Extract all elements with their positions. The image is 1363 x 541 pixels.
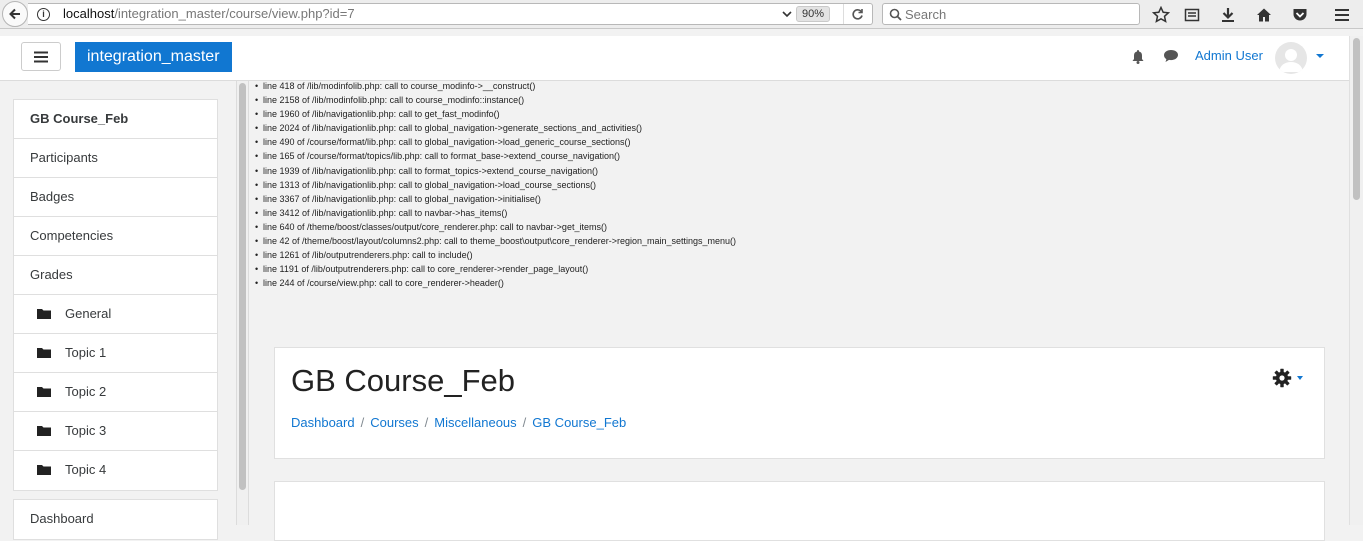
page-scrollbar[interactable] xyxy=(1349,36,1363,525)
breadcrumb-course[interactable]: GB Course_Feb xyxy=(532,415,626,430)
folder-icon xyxy=(37,309,51,319)
search-icon xyxy=(889,8,902,21)
debug-line: line 640 of /theme/boost/classes/output/… xyxy=(255,220,736,234)
breadcrumb-separator: / xyxy=(360,415,365,430)
course-nav-card: GB Course_Feb Participants Badges Compet… xyxy=(13,99,218,491)
section-label: Topic 3 xyxy=(65,423,107,438)
nav-item-section-general[interactable]: General xyxy=(14,295,217,334)
drawer-scrollbar-thumb[interactable] xyxy=(239,83,246,490)
page-header: GB Course_Feb Dashboard / Courses / Miscella… xyxy=(274,347,1325,459)
drawer-scrollbar[interactable] xyxy=(236,81,249,525)
browser-search[interactable] xyxy=(882,3,1140,25)
folder-icon xyxy=(37,387,51,397)
reload-icon xyxy=(852,8,863,20)
course-content-region xyxy=(274,481,1325,541)
chat-bubble-icon[interactable] xyxy=(1163,49,1179,63)
section-label: General xyxy=(65,306,112,321)
search-input[interactable] xyxy=(905,5,1135,23)
caret-down-icon[interactable] xyxy=(1316,54,1324,58)
url-host: localhost xyxy=(63,6,115,21)
menu-icon[interactable] xyxy=(1332,5,1352,25)
address-bar[interactable]: i localhost/integration_master/course/vi… xyxy=(28,3,873,25)
debug-line: line 42 of /theme/boost/layout/columns2.… xyxy=(255,234,736,248)
bookmark-star-icon[interactable] xyxy=(1151,5,1171,25)
breadcrumb-separator: / xyxy=(424,415,429,430)
home-icon[interactable] xyxy=(1254,5,1274,25)
nav-item-section-topic-2[interactable]: Topic 2 xyxy=(14,373,217,412)
pocket-icon[interactable] xyxy=(1290,5,1310,25)
url-path: /integration_master/course/view.php?id=7 xyxy=(114,6,355,21)
gear-icon xyxy=(1272,368,1292,388)
debug-line: line 490 of /course/format/lib.php: call… xyxy=(255,135,736,149)
section-label: Topic 4 xyxy=(65,462,107,477)
section-label: Topic 1 xyxy=(65,345,107,360)
caret-down-icon xyxy=(1297,376,1303,380)
debug-line: line 2158 of /lib/modinfolib.php: call t… xyxy=(255,93,736,107)
debug-line: line 3367 of /lib/navigationlib.php: cal… xyxy=(255,192,736,206)
info-icon[interactable]: i xyxy=(37,8,50,21)
page-scrollbar-thumb[interactable] xyxy=(1353,38,1360,200)
breadcrumb-dashboard[interactable]: Dashboard xyxy=(291,415,355,430)
debug-line: line 2024 of /lib/navigationlib.php: cal… xyxy=(255,121,736,135)
reading-list-icon[interactable] xyxy=(1182,5,1202,25)
chevron-down-icon[interactable] xyxy=(781,7,793,21)
course-settings-menu[interactable] xyxy=(1272,368,1303,388)
user-menu-name[interactable]: Admin User xyxy=(1195,48,1263,63)
page-title: GB Course_Feb xyxy=(291,363,515,398)
url-text: localhost/integration_master/course/view… xyxy=(63,4,355,24)
nav-item-course[interactable]: GB Course_Feb xyxy=(14,100,217,139)
debug-line: line 418 of /lib/modinfolib.php: call to… xyxy=(255,79,736,93)
breadcrumb: Dashboard / Courses / Miscellaneous / GB Cours… xyxy=(291,415,626,430)
back-button[interactable] xyxy=(2,1,28,27)
avatar[interactable] xyxy=(1275,42,1307,74)
nav-item-section-topic-1[interactable]: Topic 1 xyxy=(14,334,217,373)
site-navbar: integration_master Admin User xyxy=(0,36,1349,81)
nav-item-grades[interactable]: Grades xyxy=(14,256,217,295)
debug-line: line 1960 of /lib/navigationlib.php: cal… xyxy=(255,107,736,121)
breadcrumb-courses[interactable]: Courses xyxy=(370,415,418,430)
breadcrumb-miscellaneous[interactable]: Miscellaneous xyxy=(434,415,516,430)
nav-item-section-topic-3[interactable]: Topic 3 xyxy=(14,412,217,451)
debug-line: line 3412 of /lib/navigationlib.php: cal… xyxy=(255,206,736,220)
debug-line: line 1313 of /lib/navigationlib.php: cal… xyxy=(255,178,736,192)
nav-item-section-topic-4[interactable]: Topic 4 xyxy=(14,451,217,490)
breadcrumb-separator: / xyxy=(522,415,527,430)
folder-icon xyxy=(37,348,51,358)
debug-backtrace: line 418 of /lib/modinfolib.php: call to… xyxy=(255,79,736,290)
user-silhouette-icon xyxy=(1279,49,1303,72)
debug-line: line 1939 of /lib/navigationlib.php: cal… xyxy=(255,164,736,178)
folder-icon xyxy=(37,426,51,436)
nav-drawer: GB Course_Feb Participants Badges Compet… xyxy=(0,81,236,540)
zoom-level[interactable]: 90% xyxy=(796,6,831,22)
drawer-toggle-button[interactable] xyxy=(21,42,61,71)
reload-button[interactable] xyxy=(843,4,871,24)
hamburger-icon xyxy=(34,51,48,62)
nav-item-badges[interactable]: Badges xyxy=(14,178,217,217)
site-nav-card: Dashboard xyxy=(13,499,218,540)
section-label: Topic 2 xyxy=(65,384,107,399)
bell-icon[interactable] xyxy=(1131,49,1145,65)
debug-line: line 244 of /course/view.php: call to co… xyxy=(255,276,736,290)
site-name-link[interactable]: integration_master xyxy=(75,42,232,72)
folder-icon xyxy=(37,465,51,475)
nav-item-participants[interactable]: Participants xyxy=(14,139,217,178)
download-icon[interactable] xyxy=(1218,5,1238,25)
debug-line: line 1191 of /lib/outputrenderers.php: c… xyxy=(255,262,736,276)
browser-toolbar: i localhost/integration_master/course/vi… xyxy=(0,0,1363,29)
arrow-left-icon xyxy=(9,8,20,20)
debug-line: line 165 of /course/format/topics/lib.ph… xyxy=(255,149,736,163)
nav-item-dashboard[interactable]: Dashboard xyxy=(14,500,217,539)
nav-item-competencies[interactable]: Competencies xyxy=(14,217,217,256)
debug-line: line 1261 of /lib/outputrenderers.php: c… xyxy=(255,248,736,262)
